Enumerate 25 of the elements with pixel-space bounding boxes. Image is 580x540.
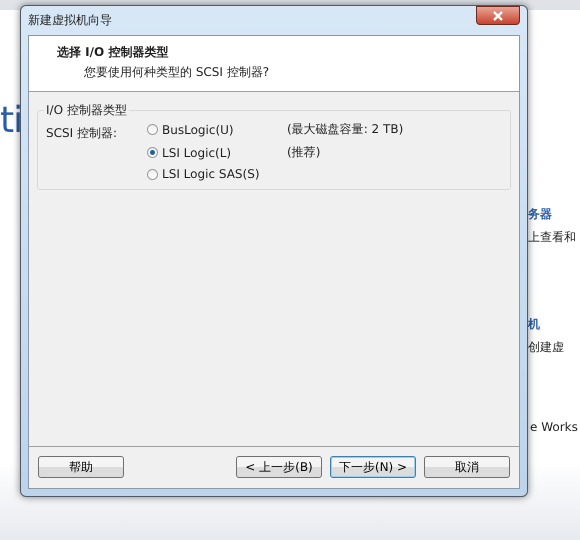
radio-option[interactable]: LSI Logic(L) bbox=[147, 146, 288, 160]
footer-text: e Works bbox=[530, 420, 578, 434]
radio-option[interactable]: BusLogic(U) bbox=[147, 122, 288, 136]
item-title: 务器 bbox=[528, 206, 553, 223]
page-subtitle: 您要使用何种类型的 SCSI 控制器? bbox=[83, 64, 270, 81]
radio-option[interactable]: LSI Logic SAS(S) bbox=[147, 167, 288, 181]
item-text: 上查看和 bbox=[528, 229, 577, 246]
item-text: 创建虚 bbox=[528, 339, 565, 356]
radio-button[interactable] bbox=[147, 147, 158, 158]
logo-text: ti bbox=[0, 100, 19, 141]
group-title: I/O 控制器类型 bbox=[45, 102, 128, 119]
field-label: SCSI 控制器: bbox=[46, 125, 118, 142]
item-title: 机 bbox=[528, 316, 541, 333]
window-title: 新建虚拟机向导 bbox=[28, 12, 112, 29]
close-icon bbox=[492, 10, 504, 20]
close-button[interactable] bbox=[476, 6, 520, 25]
wizard-button[interactable]: < 上一步(B) bbox=[236, 456, 322, 478]
radio-button[interactable] bbox=[147, 124, 158, 135]
option-note: (推荐) bbox=[287, 144, 320, 161]
radio-button[interactable] bbox=[147, 168, 158, 180]
option-note: (最大磁盘容量: 2 TB) bbox=[287, 121, 404, 138]
wizard-button[interactable]: 下一步(N) > bbox=[330, 456, 416, 478]
wizard-button[interactable]: 帮助 bbox=[38, 456, 124, 478]
page-title: 选择 I/O 控制器类型 bbox=[57, 44, 170, 61]
wizard-button[interactable]: 取消 bbox=[424, 456, 510, 478]
